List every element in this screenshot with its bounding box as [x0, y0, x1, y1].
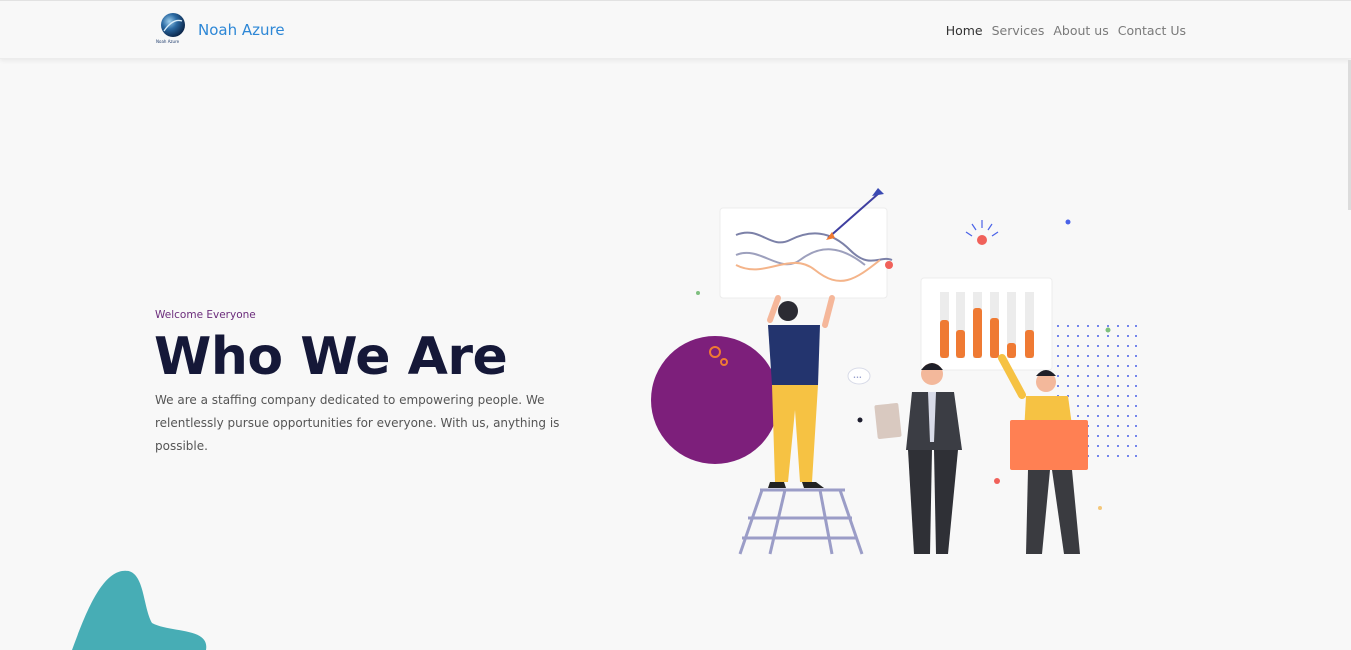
person-with-tablet	[874, 363, 962, 554]
lightbulb-icon	[965, 220, 999, 245]
hero-title: Who We Are	[154, 327, 508, 387]
nav-about-us[interactable]: About us	[1053, 23, 1108, 38]
purple-circle	[651, 336, 779, 464]
brand-name: Noah Azure	[198, 21, 285, 39]
hero-description: We are a staffing company dedicated to e…	[155, 393, 560, 453]
svg-text:•••: •••	[853, 375, 862, 381]
chat-bubble-icon: •••	[847, 367, 871, 385]
bar-chart-card	[920, 277, 1053, 371]
line-chart-card	[719, 207, 893, 299]
nav-services[interactable]: Services	[992, 23, 1045, 38]
nav-home[interactable]: Home	[946, 23, 983, 38]
ladder	[738, 488, 864, 555]
globe-logo-icon: Noah Azure	[156, 12, 188, 48]
person-on-ladder	[767, 295, 835, 488]
logo-caption: Noah Azure	[156, 39, 180, 44]
hero-eyebrow: Welcome Everyone	[155, 309, 256, 321]
teal-blob-shape	[72, 570, 207, 650]
navbar: Noah Azure Noah Azure Home Services Abou…	[0, 1, 1351, 59]
team-illustration: •••	[651, 188, 1137, 555]
person-with-box	[998, 354, 1088, 554]
main-nav: Home Services About us Contact Us	[937, 23, 1186, 38]
brand-link[interactable]: Noah Azure Noah Azure	[156, 12, 285, 48]
nav-contact-us[interactable]: Contact Us	[1118, 23, 1186, 38]
